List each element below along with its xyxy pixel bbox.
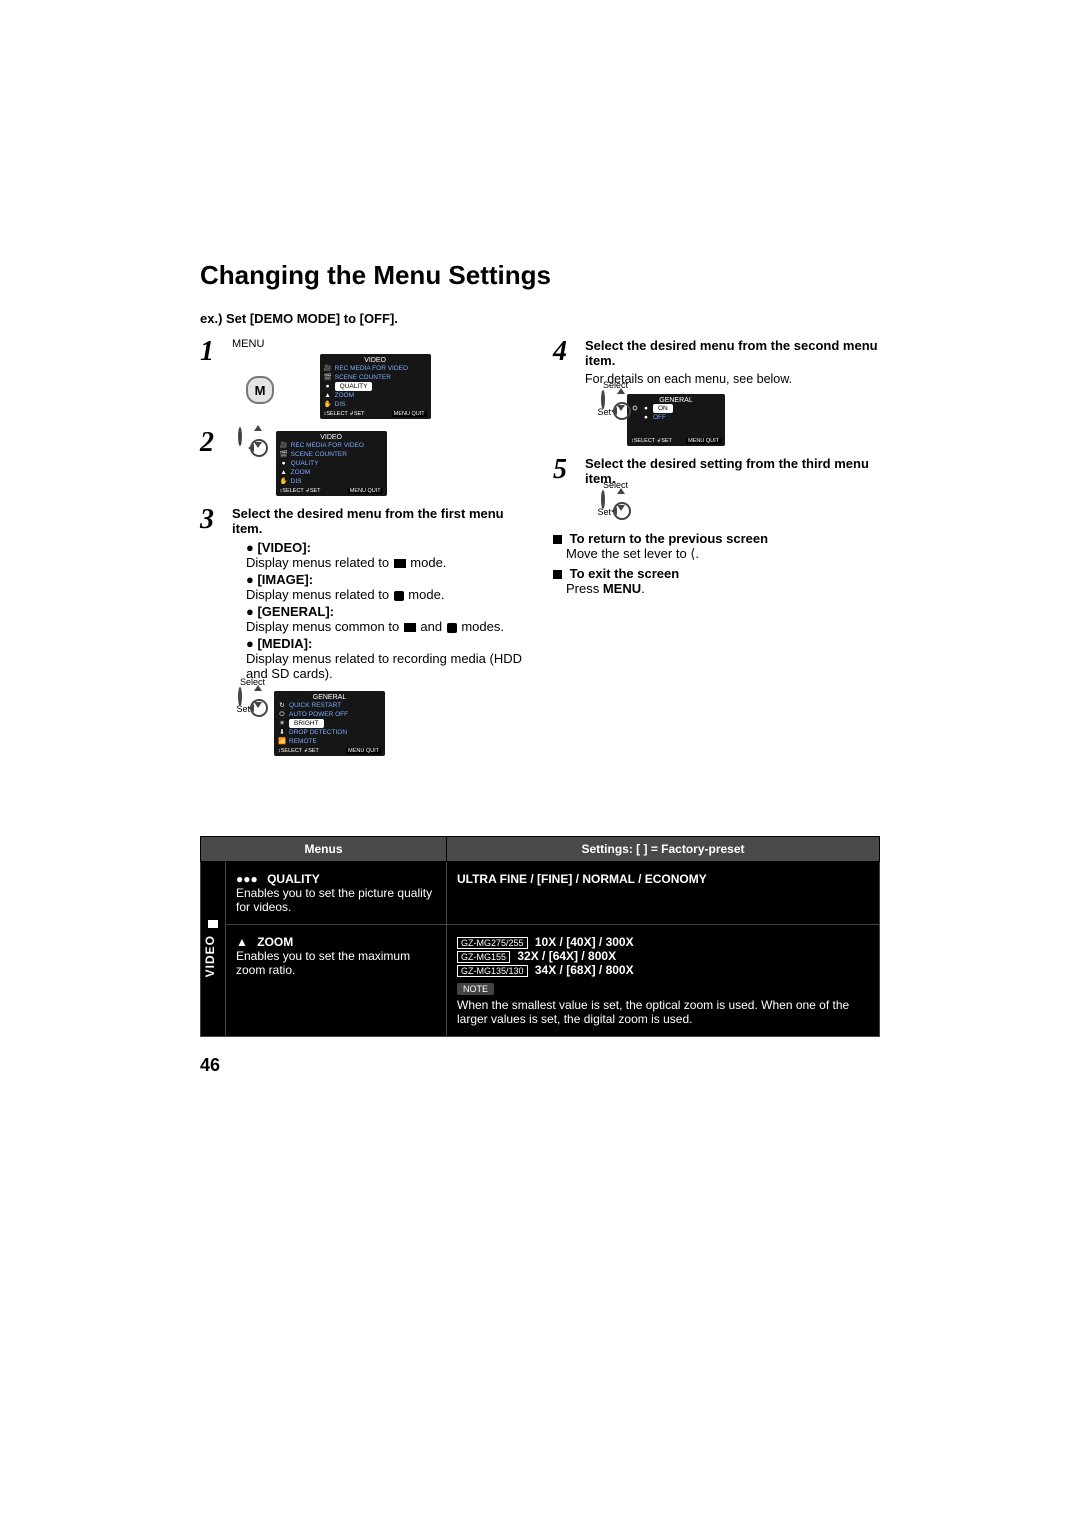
square-bullet-icon: [553, 535, 562, 544]
zoom-model2-values: 32X / [64X] / 800X: [517, 949, 616, 963]
row-zoom: ▲ ZOOM Enables you to set the maximum zo…: [201, 925, 880, 1037]
page-title: Changing the Menu Settings: [200, 260, 880, 291]
menu-button-label: MENU: [232, 338, 527, 350]
step-3: 3 Select the desired menu from the first…: [200, 506, 527, 756]
quality-settings-values: ULTRA FINE / [FINE] / NORMAL / ECONOMY: [457, 872, 707, 886]
step-1: 1 MENU M VIDEO 🎥REC MEDIA FOR VIDEO 🎬SCE…: [200, 338, 527, 419]
quality-icon: ●●●: [236, 872, 258, 886]
osd-screen-general: GENERAL ↻QUICK RESTART ⏻AUTO POWER OFF ☀…: [274, 691, 385, 756]
osd-screen-video-2: VIDEO 🎥REC MEDIA FOR VIDEO 🎬SCENE COUNTE…: [276, 431, 387, 496]
return-instruction: To return to the previous screen Move th…: [553, 531, 880, 562]
step-5: 5 Select the desired setting from the th…: [553, 456, 880, 517]
step-3-bullets: ● [VIDEO]: Display menus related to mode…: [246, 540, 527, 681]
control-lever-select-set-icon: Select Set: [595, 392, 611, 417]
example-line: ex.) Set [DEMO MODE] to [OFF].: [200, 311, 880, 326]
zoom-note-body: When the smallest value is set, the opti…: [457, 998, 869, 1026]
menu-name-zoom: ZOOM: [257, 935, 293, 949]
square-bullet-icon: [553, 570, 562, 579]
step-number: 1: [200, 338, 222, 366]
menu-desc-quality: Enables you to set the picture quality f…: [236, 886, 432, 914]
right-column: 4 Select the desired menu from the secon…: [553, 338, 880, 766]
step-number: 4: [553, 338, 575, 366]
control-lever-icon: [232, 429, 248, 444]
exit-instruction: To exit the screen Press MENU.: [553, 566, 880, 596]
video-mode-icon: [394, 559, 406, 568]
video-mode-icon: [404, 623, 416, 632]
left-column: 1 MENU M VIDEO 🎥REC MEDIA FOR VIDEO 🎬SCE…: [200, 338, 527, 766]
zoom-icon: ▲: [236, 935, 248, 949]
step-number: 2: [200, 429, 222, 457]
osd-title: VIDEO: [324, 357, 427, 364]
still-mode-icon: [394, 591, 404, 601]
th-menus: Menus: [201, 837, 447, 862]
step-4-sub: For details on each menu, see below.: [585, 372, 880, 386]
menu-name-quality: QUALITY: [267, 872, 320, 886]
step-3-text: Select the desired menu from the first m…: [232, 506, 504, 536]
control-lever-select-set-icon: Select Set: [232, 689, 248, 714]
video-section-icon: [208, 920, 218, 928]
settings-table: Menus Settings: [ ] = Factory-preset VID…: [200, 836, 880, 1037]
note-badge: NOTE: [457, 983, 494, 995]
osd-screen-video-1: VIDEO 🎥REC MEDIA FOR VIDEO 🎬SCENE COUNTE…: [320, 354, 431, 419]
model-chip: GZ-MG275/255: [457, 937, 528, 949]
osd-title: GENERAL: [631, 397, 721, 404]
step-2: 2 VIDEO 🎥REC MEDIA FOR VIDEO 🎬SCENE COUN…: [200, 429, 527, 496]
th-settings: Settings: [ ] = Factory-preset: [447, 837, 880, 862]
page-number: 46: [200, 1055, 880, 1076]
row-quality: VIDEO ●●● QUALITY Enables you to set the…: [201, 862, 880, 925]
zoom-model3-values: 34X / [68X] / 800X: [535, 963, 634, 977]
hand-press-icon: M: [232, 352, 302, 412]
step-number: 3: [200, 506, 222, 534]
m-button-icon: M: [246, 376, 274, 404]
model-chip: GZ-MG155: [457, 951, 510, 963]
osd-title: GENERAL: [278, 694, 381, 701]
osd-title: VIDEO: [280, 434, 383, 441]
still-mode-icon: [447, 623, 457, 633]
osd-screen-general-onoff: GENERAL ⛭●ON ●OFF ↕SELECT ↲SET MENU QUIT: [627, 394, 725, 446]
zoom-model1-values: 10X / [40X] / 300X: [535, 935, 634, 949]
manual-page: Changing the Menu Settings ex.) Set [DEM…: [200, 260, 880, 1076]
control-lever-select-set-icon: Select Set: [595, 492, 611, 517]
step-number: 5: [553, 456, 575, 484]
menu-desc-zoom: Enables you to set the maximum zoom rati…: [236, 949, 410, 977]
section-video-tab: VIDEO: [201, 862, 226, 1037]
model-chip: GZ-MG135/130: [457, 965, 528, 977]
two-column-body: 1 MENU M VIDEO 🎥REC MEDIA FOR VIDEO 🎬SCE…: [200, 338, 880, 766]
step-4: 4 Select the desired menu from the secon…: [553, 338, 880, 446]
step-4-text: Select the desired menu from the second …: [585, 338, 878, 368]
